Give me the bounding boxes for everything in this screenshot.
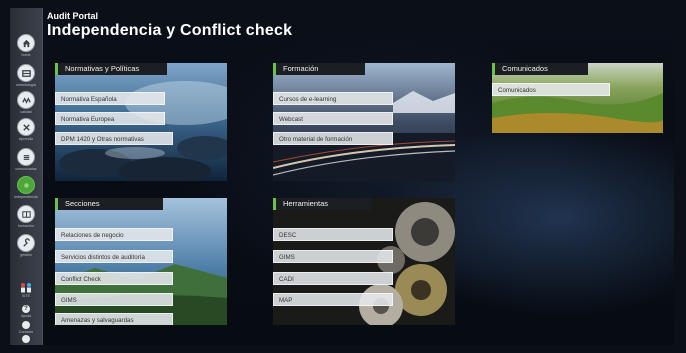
portal-window: home metodología calidad Aprendiz comuni…: [10, 8, 674, 345]
tile-title-secciones: Secciones: [55, 198, 163, 210]
tile-title-comunicados: Comunicados: [492, 63, 588, 75]
nav-item-independencia[interactable]: independencia: [10, 176, 42, 199]
nav-item-formacion[interactable]: formación: [10, 205, 42, 228]
tools-icon: [17, 118, 35, 136]
wrench-icon: [17, 234, 35, 252]
exit-icon: [22, 335, 30, 343]
nav-label-comunicados: comunicados: [15, 167, 37, 171]
tile-herramientas: Herramientas DESC GIMS CADI MAP: [273, 198, 455, 325]
link-map[interactable]: MAP: [273, 293, 393, 306]
link-conflict-check[interactable]: Conflict Check: [55, 272, 173, 285]
nav-label-ayuda: Ayuda: [20, 314, 32, 318]
nav-item-aprendiz[interactable]: Aprendiz: [10, 118, 42, 141]
nav-label-home: home: [21, 53, 31, 57]
link-cadi[interactable]: CADI: [273, 272, 393, 285]
link-dpm-1420[interactable]: DPM 1420 y Otras normativas: [55, 132, 173, 145]
link-webcast[interactable]: Webcast: [273, 112, 393, 125]
help-icon: ?: [22, 305, 30, 313]
list-icon: [17, 148, 35, 166]
nav-footer-salir[interactable]: [10, 335, 42, 343]
link-servicios-distintos[interactable]: Servicios distintos de auditoría: [55, 250, 173, 263]
nav-footer-site[interactable]: SITE: [10, 281, 42, 298]
contact-icon: [22, 321, 30, 329]
tile-formacion: Formación Cursos de e-learning Webcast O…: [273, 63, 455, 181]
nav-footer-ayuda[interactable]: ? Ayuda: [10, 305, 42, 318]
page-title: Independencia y Conflict check: [47, 22, 293, 39]
link-relaciones-negocio[interactable]: Relaciones de negocio: [55, 228, 173, 241]
people-icon: [19, 281, 33, 293]
link-amenazas[interactable]: Amenazas y salvaguardas: [55, 313, 173, 325]
tile-title-formacion: Formación: [273, 63, 365, 75]
book-icon: [17, 205, 35, 223]
link-comunicados[interactable]: Comunicados: [492, 83, 610, 96]
nav-item-gestion[interactable]: gestión: [10, 234, 42, 257]
nav-label-gestion: gestión: [20, 253, 32, 257]
nav-label-contacto: Contacto: [18, 330, 34, 334]
link-desc[interactable]: DESC: [273, 228, 393, 241]
dot-icon: [17, 176, 35, 194]
tile-title-herramientas: Herramientas: [273, 198, 371, 210]
app-name: Audit Portal: [47, 11, 98, 21]
nav-label-calidad: calidad: [20, 110, 32, 114]
home-icon: [17, 34, 35, 52]
nav-footer-contacto[interactable]: Contacto: [10, 321, 42, 334]
link-normativa-europea[interactable]: Normativa Europea: [55, 112, 165, 125]
nav-label-independencia: independencia: [14, 195, 38, 199]
wave-icon: [17, 91, 35, 109]
tile-secciones: Secciones Relaciones de negocio Servicio…: [55, 198, 227, 325]
nav-item-home[interactable]: home: [10, 34, 42, 57]
grid-icon: [17, 64, 35, 82]
link-cursos-elearning[interactable]: Cursos de e-learning: [273, 92, 393, 105]
nav-item-calidad[interactable]: calidad: [10, 91, 42, 114]
tile-normativas: Normativas y Políticas Normativa Español…: [55, 63, 227, 181]
tile-title-normativas: Normativas y Políticas: [55, 63, 167, 75]
link-gims-herramientas[interactable]: GIMS: [273, 250, 393, 263]
nav-item-comunicados[interactable]: comunicados: [10, 148, 42, 171]
nav-label-formacion: formación: [18, 224, 34, 228]
nav-label-site: SITE: [22, 294, 30, 298]
nav-label-metodologia: metodología: [16, 83, 36, 87]
tile-comunicados: Comunicados Comunicados: [492, 63, 663, 133]
link-normativa-espanola[interactable]: Normativa Española: [55, 92, 165, 105]
nav-item-metodologia[interactable]: metodología: [10, 64, 42, 87]
link-otro-material[interactable]: Otro material de formación: [273, 132, 393, 145]
link-gims-secciones[interactable]: GIMS: [55, 293, 173, 306]
sidebar: home metodología calidad Aprendiz comuni…: [10, 8, 43, 345]
nav-label-aprendiz: Aprendiz: [18, 137, 34, 141]
